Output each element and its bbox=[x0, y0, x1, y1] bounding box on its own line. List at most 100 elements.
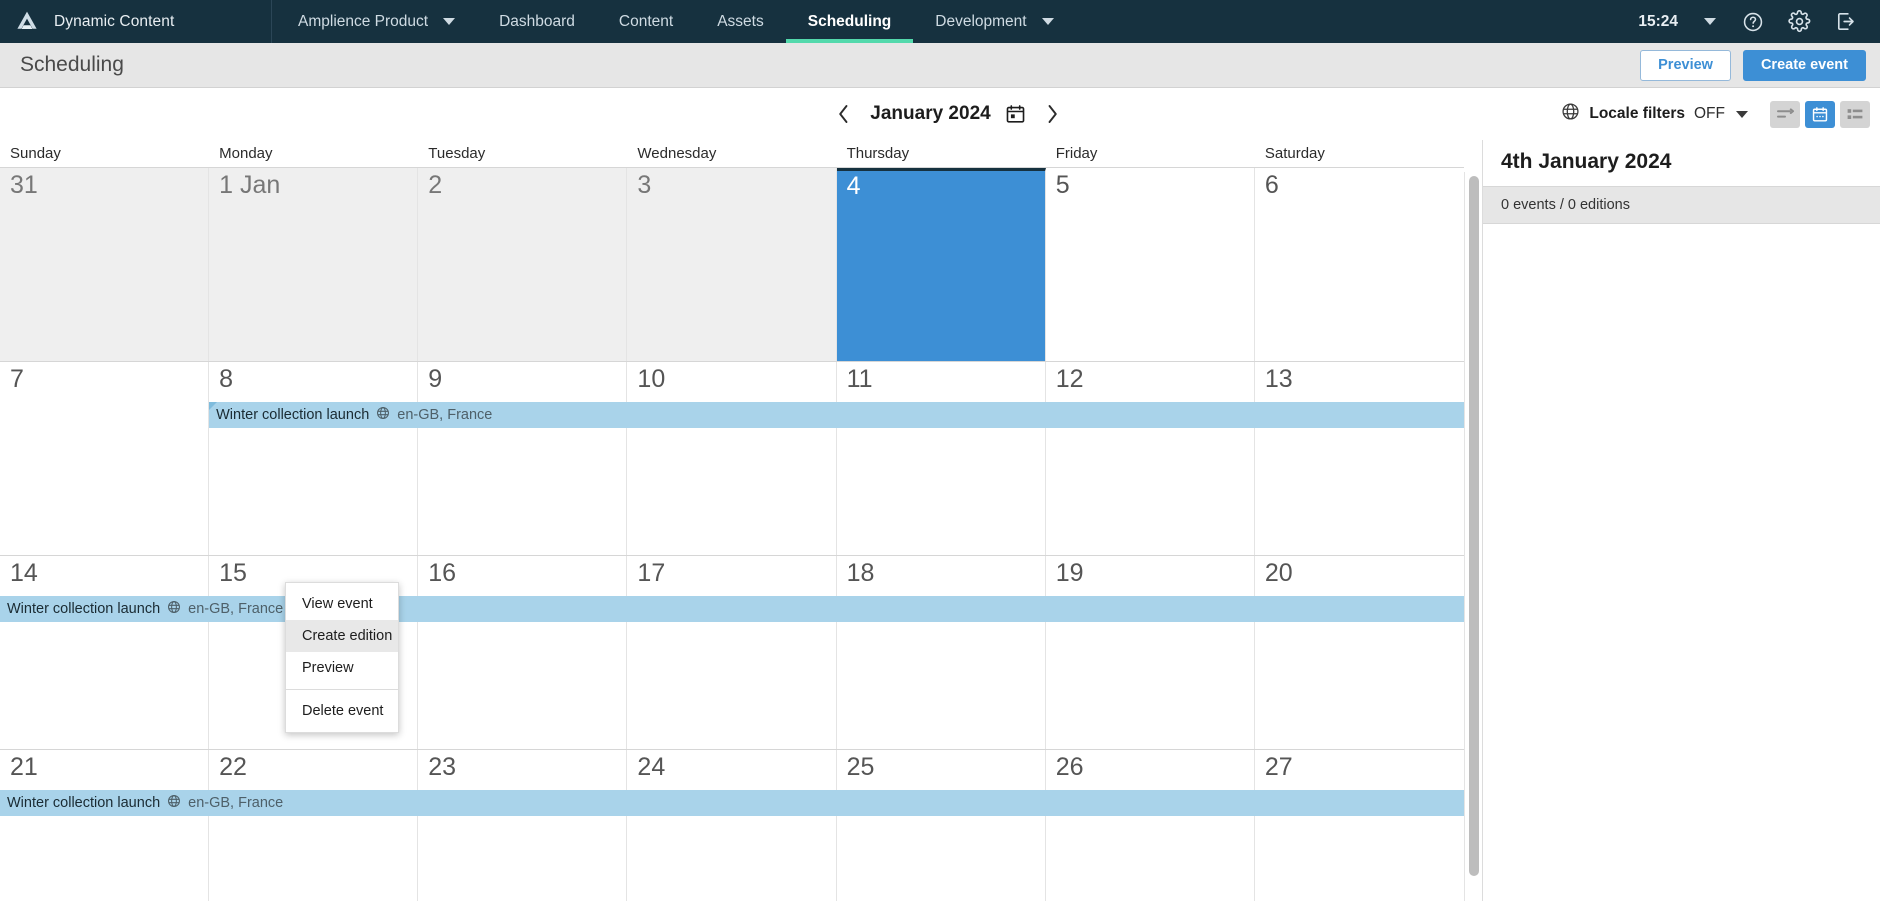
day-cell[interactable]: 22 bbox=[209, 750, 419, 901]
day-cell[interactable]: 27 bbox=[1255, 750, 1464, 901]
day-cell[interactable]: 11 bbox=[837, 362, 1046, 555]
day-cell[interactable]: 20 bbox=[1255, 556, 1464, 749]
list-view-button[interactable] bbox=[1840, 100, 1870, 128]
context-menu-item-view-event[interactable]: View event bbox=[286, 588, 398, 620]
calendar-weeks: 31 1 Jan 2 3 4 5 6 7 8 9 10 11 12 13 Win… bbox=[0, 168, 1464, 901]
day-cell-selected[interactable]: 4 bbox=[836, 168, 1046, 361]
nav-item-content[interactable]: Content bbox=[597, 0, 695, 43]
event-context-menu: View event Create edition Preview Delete… bbox=[285, 582, 399, 733]
day-number: 31 bbox=[10, 171, 38, 199]
day-cell[interactable]: 25 bbox=[837, 750, 1046, 901]
clock-label: 15:24 bbox=[1638, 12, 1678, 30]
calendar-icon[interactable] bbox=[1005, 103, 1026, 125]
day-cell[interactable]: 7 bbox=[0, 362, 210, 555]
day-cell[interactable]: 26 bbox=[1046, 750, 1255, 901]
calendar-week-row: 7 8 9 10 11 12 13 Winter collection laun… bbox=[0, 362, 1464, 556]
calendar-week-row: 31 1 Jan 2 3 4 5 6 bbox=[0, 168, 1464, 362]
event-locale: en-GB, France bbox=[397, 407, 493, 423]
calendar-day-header-row: Sunday Monday Tuesday Wednesday Thursday… bbox=[0, 140, 1464, 168]
scrollbar-thumb[interactable] bbox=[1469, 176, 1479, 876]
day-cell[interactable]: 1 Jan bbox=[209, 168, 419, 361]
day-cell[interactable]: 23 bbox=[418, 750, 628, 901]
chevron-down-icon bbox=[443, 18, 456, 25]
day-number: 17 bbox=[637, 559, 666, 587]
globe-icon bbox=[1561, 102, 1580, 126]
context-menu-item-preview[interactable]: Preview bbox=[286, 652, 398, 684]
chevron-down-icon bbox=[1736, 110, 1748, 118]
globe-icon bbox=[167, 794, 181, 812]
globe-icon bbox=[167, 600, 181, 618]
day-number: 16 bbox=[428, 559, 457, 587]
chevron-down-icon bbox=[1041, 18, 1054, 25]
day-cell[interactable]: 5 bbox=[1046, 168, 1255, 361]
day-number: 22 bbox=[219, 753, 247, 781]
day-cell[interactable]: 16 bbox=[418, 556, 628, 749]
day-detail-panel: 4th January 2024 0 events / 0 editions bbox=[1482, 140, 1880, 901]
top-navigation-bar: Dynamic Content Amplience Product Dashbo… bbox=[0, 0, 1880, 43]
timeline-view-button[interactable] bbox=[1770, 100, 1800, 128]
day-number: 6 bbox=[1264, 171, 1279, 199]
next-month-button[interactable] bbox=[1040, 99, 1066, 129]
day-cell[interactable]: 31 bbox=[0, 168, 210, 361]
previous-month-button[interactable] bbox=[830, 99, 856, 129]
context-menu-separator bbox=[286, 689, 398, 690]
calendar-vertical-scrollbar[interactable] bbox=[1464, 172, 1482, 901]
calendar-view-button[interactable] bbox=[1805, 100, 1835, 128]
day-cell[interactable]: 3 bbox=[627, 168, 837, 361]
preview-button[interactable]: Preview bbox=[1640, 49, 1731, 81]
calendar-grid: Sunday Monday Tuesday Wednesday Thursday… bbox=[0, 140, 1482, 901]
day-number: 13 bbox=[1264, 365, 1293, 393]
context-menu-item-delete-event[interactable]: Delete event bbox=[286, 695, 398, 727]
day-cell[interactable]: 8 bbox=[209, 362, 419, 555]
day-number: 20 bbox=[1264, 559, 1293, 587]
logout-icon[interactable] bbox=[1822, 0, 1868, 43]
locale-filters-dropdown[interactable]: Locale filters OFF bbox=[1561, 102, 1748, 126]
day-number: 24 bbox=[637, 753, 666, 781]
gear-icon[interactable] bbox=[1776, 0, 1822, 43]
nav-item-dashboard[interactable]: Dashboard bbox=[477, 0, 597, 43]
brand-block[interactable]: Dynamic Content bbox=[0, 0, 272, 43]
day-cell[interactable]: 24 bbox=[627, 750, 837, 901]
day-detail-list bbox=[1483, 224, 1880, 901]
nav-item-development[interactable]: Development bbox=[913, 0, 1075, 43]
day-number: 27 bbox=[1264, 753, 1293, 781]
day-cell[interactable]: 18 bbox=[837, 556, 1046, 749]
day-cell[interactable]: 6 bbox=[1255, 168, 1464, 361]
day-cell[interactable]: 10 bbox=[627, 362, 837, 555]
brand-name: Dynamic Content bbox=[54, 12, 175, 30]
day-number: 11 bbox=[846, 365, 873, 393]
locale-filters-state: OFF bbox=[1694, 105, 1725, 122]
event-name: Winter collection launch bbox=[7, 601, 161, 617]
day-header-friday: Friday bbox=[1055, 145, 1098, 162]
day-number: 8 bbox=[219, 365, 234, 393]
event-bar[interactable]: Winter collection launch en-GB, France bbox=[0, 596, 1464, 622]
nav-item-scheduling[interactable]: Scheduling bbox=[785, 0, 914, 43]
day-cell[interactable]: 12 bbox=[1046, 362, 1255, 555]
top-nav-right-cluster: 15:24 bbox=[1628, 0, 1880, 43]
page-title: Scheduling bbox=[20, 53, 124, 76]
calendar-week-row: 14 15 16 17 18 19 20 Winter collection l… bbox=[0, 556, 1464, 750]
nav-item-scheduling-label: Scheduling bbox=[807, 12, 892, 30]
event-name: Winter collection launch bbox=[216, 407, 370, 423]
clock-dropdown-button[interactable] bbox=[1684, 0, 1730, 43]
help-circle-icon[interactable] bbox=[1730, 0, 1776, 43]
chevron-down-icon bbox=[1704, 18, 1716, 25]
day-number: 9 bbox=[428, 365, 443, 393]
event-bar[interactable]: Winter collection launch en-GB, France bbox=[209, 402, 1464, 428]
create-event-button[interactable]: Create event bbox=[1742, 49, 1866, 81]
globe-icon bbox=[376, 406, 390, 424]
day-number: 1 Jan bbox=[219, 171, 281, 199]
context-menu-item-create-edition[interactable]: Create edition bbox=[286, 620, 398, 652]
event-bar[interactable]: Winter collection launch en-GB, France bbox=[0, 790, 1464, 816]
day-cell[interactable]: 14 bbox=[0, 556, 210, 749]
day-cell[interactable]: 19 bbox=[1046, 556, 1255, 749]
nav-item-product[interactable]: Amplience Product bbox=[272, 0, 477, 43]
day-header-saturday: Saturday bbox=[1264, 145, 1325, 162]
day-cell[interactable]: 21 bbox=[0, 750, 210, 901]
day-cell[interactable]: 13 bbox=[1255, 362, 1464, 555]
day-cell[interactable]: 9 bbox=[418, 362, 628, 555]
nav-item-assets[interactable]: Assets bbox=[695, 0, 786, 43]
day-cell[interactable]: 2 bbox=[418, 168, 628, 361]
day-number: 7 bbox=[10, 365, 24, 393]
day-cell[interactable]: 17 bbox=[627, 556, 837, 749]
